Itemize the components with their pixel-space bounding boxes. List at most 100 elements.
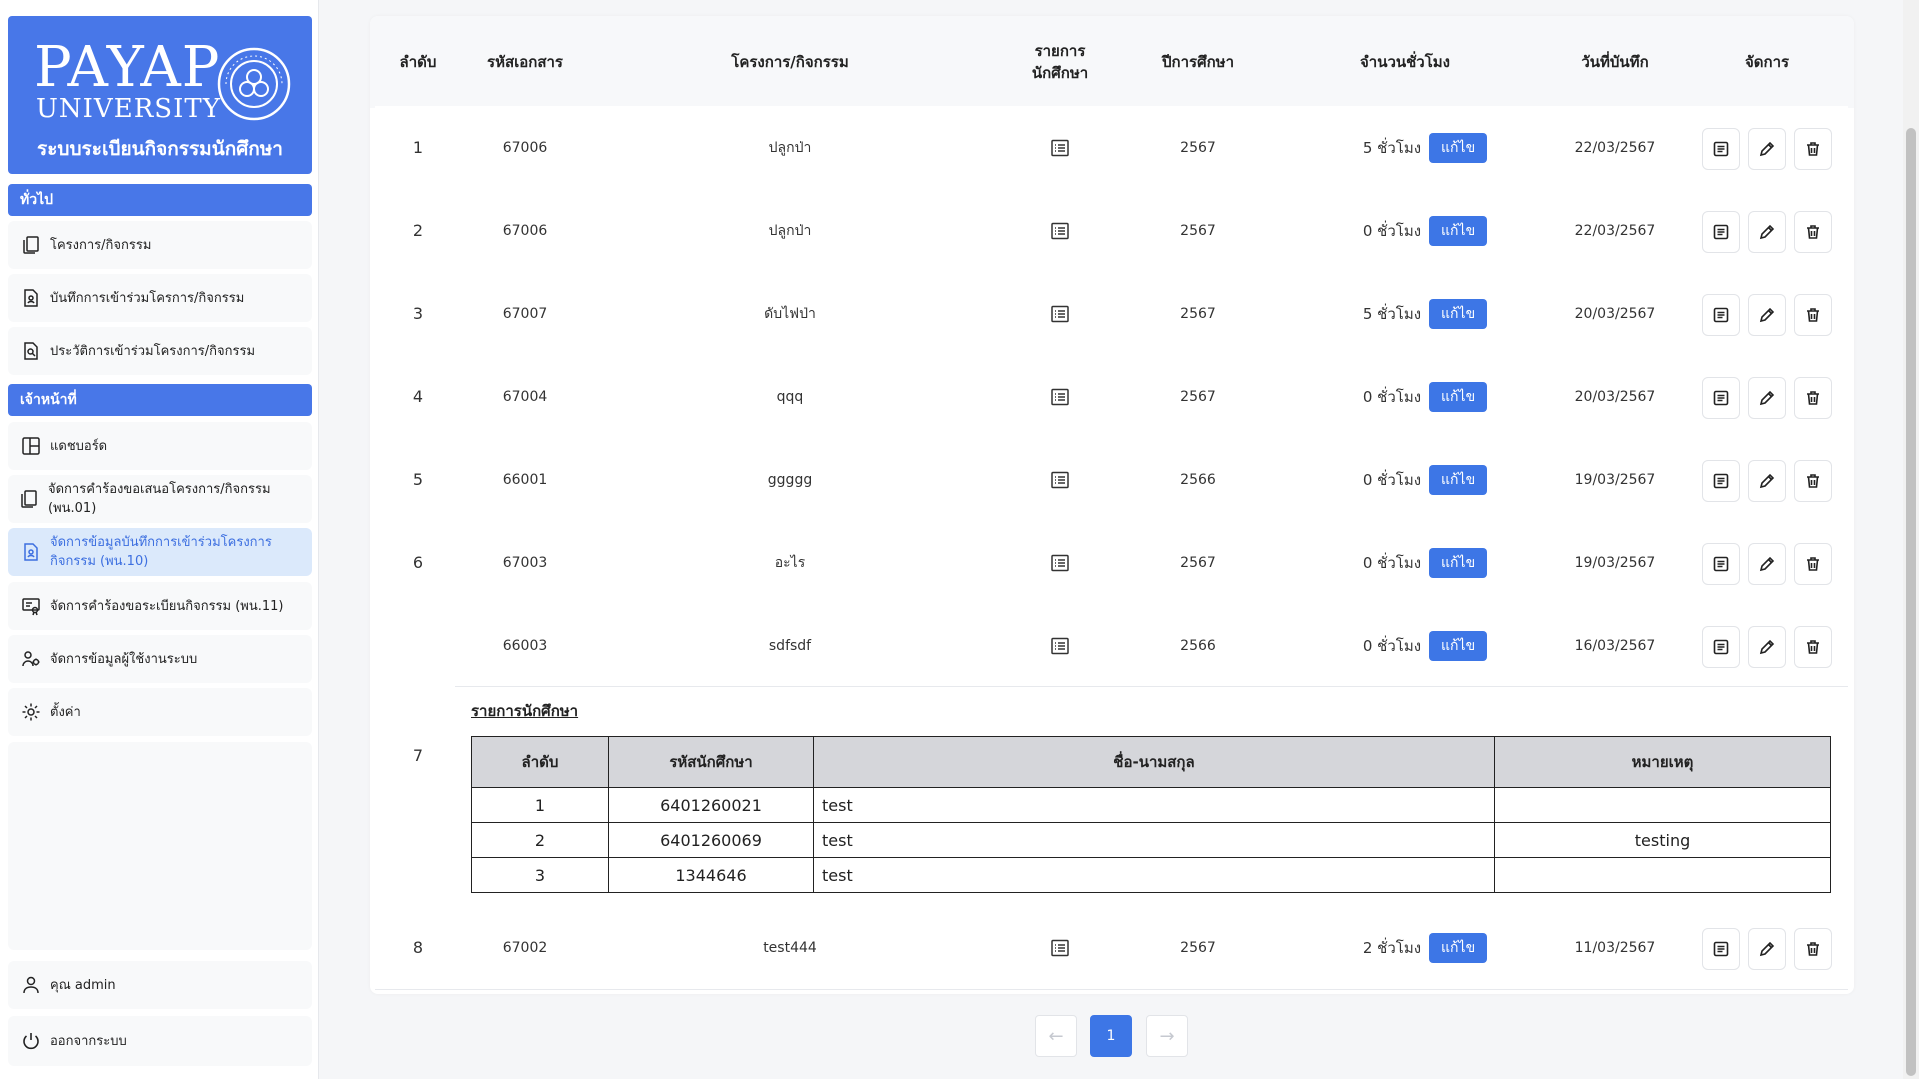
sidebar-item-participation-history[interactable]: ประวัติการเข้าร่วมโครงการ/กิจกรรม [8,327,312,375]
edit-row-button[interactable] [1748,127,1786,170]
edit-hours-button[interactable]: แก้ไข [1429,132,1488,163]
user-profile[interactable]: คุณ admin [8,961,312,1009]
edit-row-button[interactable] [1748,542,1786,585]
sub-header-note: หมายเหตุ [1494,736,1831,788]
document-icon [1712,389,1730,407]
view-details-button[interactable] [1702,293,1740,336]
logout-button[interactable]: ออกจากระบบ [8,1016,312,1066]
edit-hours-button[interactable]: แก้ไข [1429,381,1488,412]
student-list-icon[interactable] [1045,521,1075,604]
edit-hours-button[interactable]: แก้ไข [1429,547,1488,578]
delete-row-button[interactable] [1794,210,1832,253]
arrow-right-icon: → [1159,1025,1175,1047]
page-1-button[interactable]: 1 [1090,1015,1132,1057]
documents-icon [20,234,42,256]
student-list-icon[interactable] [1045,189,1075,272]
student-no: 3 [471,857,609,893]
edit-hours-button[interactable]: แก้ไข [1429,464,1488,495]
prev-page-button[interactable]: ← [1035,1015,1077,1057]
delete-row-button[interactable] [1794,459,1832,502]
trash-icon [1804,940,1822,958]
column-header-doc-id: รหัสเอกสาร [487,53,563,71]
section-header-staff: เจ้าหน้าที่ [8,384,312,416]
table-row: 4 67004 qqq 2567 0 ชั่วโมง แก้ไข 20/03/2… [375,355,1848,439]
sidebar-item-label: จัดการข้อมูลบันทึกการเข้าร่วมโครงการกิจก… [50,535,272,569]
sidebar-item-proposal-requests[interactable]: จัดการคำร้องขอเสนอโครงการ/กิจกรรม (พน.01… [8,475,312,523]
cell-doc-id: 67003 [502,554,548,571]
cell-year: 2567 [1180,939,1216,956]
delete-row-button[interactable] [1794,927,1832,970]
view-details-button[interactable] [1702,376,1740,419]
column-header-manage: จัดการ [1744,53,1790,71]
sidebar-item-manage-participation[interactable]: จัดการข้อมูลบันทึกการเข้าร่วมโครงการกิจก… [8,528,312,576]
documents-icon [18,488,40,510]
cell-doc-id: 67004 [502,388,548,405]
sidebar-item-record-participation[interactable]: บันทึกการเข้าร่วมโครการ/กิจกรรม [8,274,312,322]
trash-icon [1804,389,1822,407]
view-details-button[interactable] [1702,127,1740,170]
view-details-button[interactable] [1702,927,1740,970]
view-details-button[interactable] [1702,210,1740,253]
edit-hours-button[interactable]: แก้ไข [1429,932,1488,963]
delete-row-button[interactable] [1794,542,1832,585]
pencil-icon [1758,638,1776,656]
student-list-icon[interactable] [1045,106,1075,189]
student-list-icon[interactable] [1045,906,1075,989]
system-title: ระบบระเบียนกิจกรรมนักศึกษา [37,138,283,160]
student-list-icon[interactable] [1045,272,1075,355]
row-divider [455,686,1848,687]
sidebar-item-settings[interactable]: ตั้งค่า [8,688,312,736]
edit-row-button[interactable] [1748,376,1786,419]
edit-hours-button[interactable]: แก้ไข [1429,215,1488,246]
document-icon [1712,223,1730,241]
cell-doc-id: 67006 [502,139,548,156]
pencil-icon [1758,306,1776,324]
student-list-icon[interactable] [1045,355,1075,438]
table-row: 3 67007 ดับไฟป่า 2567 5 ชั่วโมง แก้ไข 20… [375,272,1848,356]
delete-row-button[interactable] [1794,376,1832,419]
view-details-button[interactable] [1702,625,1740,668]
view-details-button[interactable] [1702,459,1740,502]
pencil-icon [1758,223,1776,241]
sidebar-item-user-management[interactable]: จัดการข้อมูลผู้ใช้งานระบบ [8,635,312,683]
delete-row-button[interactable] [1794,127,1832,170]
cell-no: 3 [412,304,424,323]
cell-project: test444 [763,939,817,956]
scrollbar-thumb[interactable] [1906,128,1916,1076]
sidebar-item-label: บันทึกการเข้าร่วมโครการ/กิจกรรม [50,290,245,306]
edit-row-button[interactable] [1748,210,1786,253]
cell-hours: 0 ชั่วโมง [1362,553,1422,572]
student-list-icon[interactable] [1045,604,1075,687]
cell-no: 2 [412,221,424,240]
users-gear-icon [20,648,42,670]
document-icon [1712,555,1730,573]
cell-hours: 0 ชั่วโมง [1362,387,1422,406]
delete-row-button[interactable] [1794,293,1832,336]
cell-doc-id: 67006 [502,222,548,239]
edit-row-button[interactable] [1748,459,1786,502]
view-details-button[interactable] [1702,542,1740,585]
sidebar-item-dashboard[interactable]: แดชบอร์ด [8,422,312,470]
cell-date: 20/03/2567 [1574,305,1656,322]
student-no: 2 [471,822,609,858]
edit-row-button[interactable] [1748,625,1786,668]
sidebar-item-projects[interactable]: โครงการ/กิจกรรม [8,221,312,269]
edit-row-button[interactable] [1748,293,1786,336]
sidebar-item-label: ประวัติการเข้าร่วมโครงการ/กิจกรรม [50,343,256,359]
gear-icon [20,701,42,723]
student-note: testing [1494,822,1831,858]
edit-row-button[interactable] [1748,927,1786,970]
student-list-icon[interactable] [1045,438,1075,521]
cell-no: 7 [412,745,424,765]
logout-label: ออกจากระบบ [50,1033,127,1049]
edit-hours-button[interactable]: แก้ไข [1429,298,1488,329]
edit-hours-button[interactable]: แก้ไข [1429,630,1488,661]
delete-row-button[interactable] [1794,625,1832,668]
sidebar-item-record-requests[interactable]: จัดการคำร้องขอระเบียนกิจกรรม (พน.11) [8,582,312,630]
next-page-button[interactable]: → [1146,1015,1188,1057]
cell-year: 2567 [1180,305,1216,322]
pencil-icon [1758,389,1776,407]
arrow-left-icon: ← [1048,1025,1064,1047]
cell-project: อะไร [774,554,806,571]
cell-year: 2567 [1180,222,1216,239]
